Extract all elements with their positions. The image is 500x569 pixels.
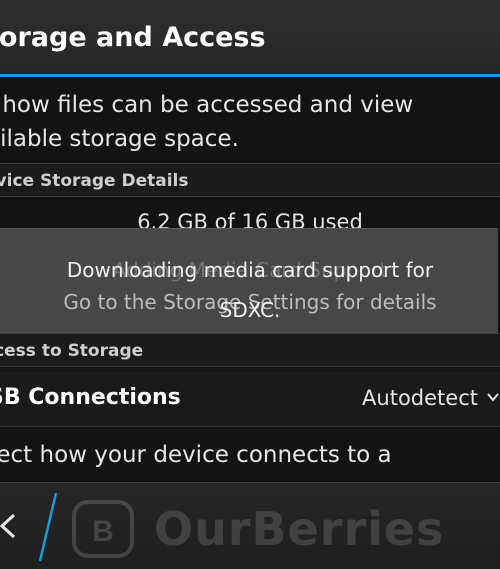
title-bar: torage and Access: [0, 0, 500, 77]
section-header-access-storage: ccess to Storage: [0, 333, 500, 367]
section-header-label: evice Storage Details: [0, 171, 189, 191]
blackberry-logo-icon: B: [72, 500, 134, 558]
usb-connections-value[interactable]: Autodetect: [362, 386, 478, 410]
usb-connections-label: SB Connections: [0, 385, 181, 410]
watermark-text: OurBerries: [154, 502, 445, 556]
watermark: B OurBerries: [70, 498, 500, 560]
page-description: t how files can be accessed and view ail…: [0, 88, 500, 156]
page-title: torage and Access: [0, 22, 266, 53]
usb-description: lect how your device connects to a: [0, 442, 392, 468]
toast-line-1: Downloading media card support for: [66, 258, 434, 282]
svg-text:B: B: [92, 515, 114, 548]
section-header-device-storage: evice Storage Details: [0, 163, 500, 197]
divider-icon: [38, 492, 58, 562]
usb-connections-row[interactable]: SB Connections Autodetect: [0, 372, 500, 427]
section-header-label: ccess to Storage: [0, 341, 144, 361]
chevron-down-icon[interactable]: [486, 390, 500, 404]
description-line-2: ailable storage space.: [0, 126, 239, 152]
chevron-left-icon[interactable]: [0, 509, 24, 543]
description-line-1: t how files can be accessed and view: [0, 92, 414, 118]
toast-line-3: SDXC.: [219, 298, 281, 322]
toast-notification: [0, 228, 498, 342]
